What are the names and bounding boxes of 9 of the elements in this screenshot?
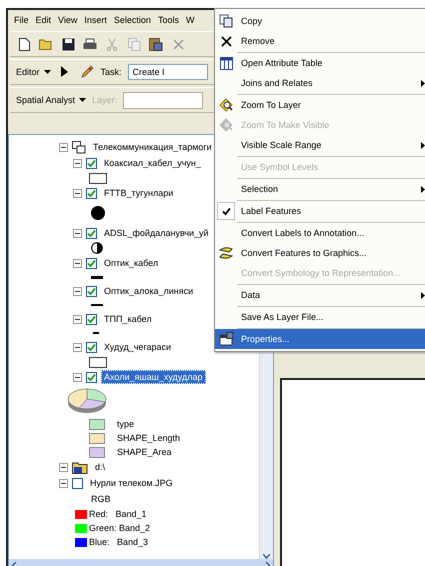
legend-label: SHAPE_Area [117, 447, 172, 457]
task-label: Task: [100, 67, 122, 77]
legend-label: SHAPE_Length [117, 433, 180, 443]
band-label: Blue: Band_3 [89, 537, 148, 547]
band-label: Red: Band_1 [89, 509, 147, 519]
layer-label: Layer: [92, 95, 118, 105]
band-label: Green: Band_2 [89, 523, 150, 533]
legend-label: type [117, 419, 134, 429]
band-title: RGB [91, 494, 111, 504]
